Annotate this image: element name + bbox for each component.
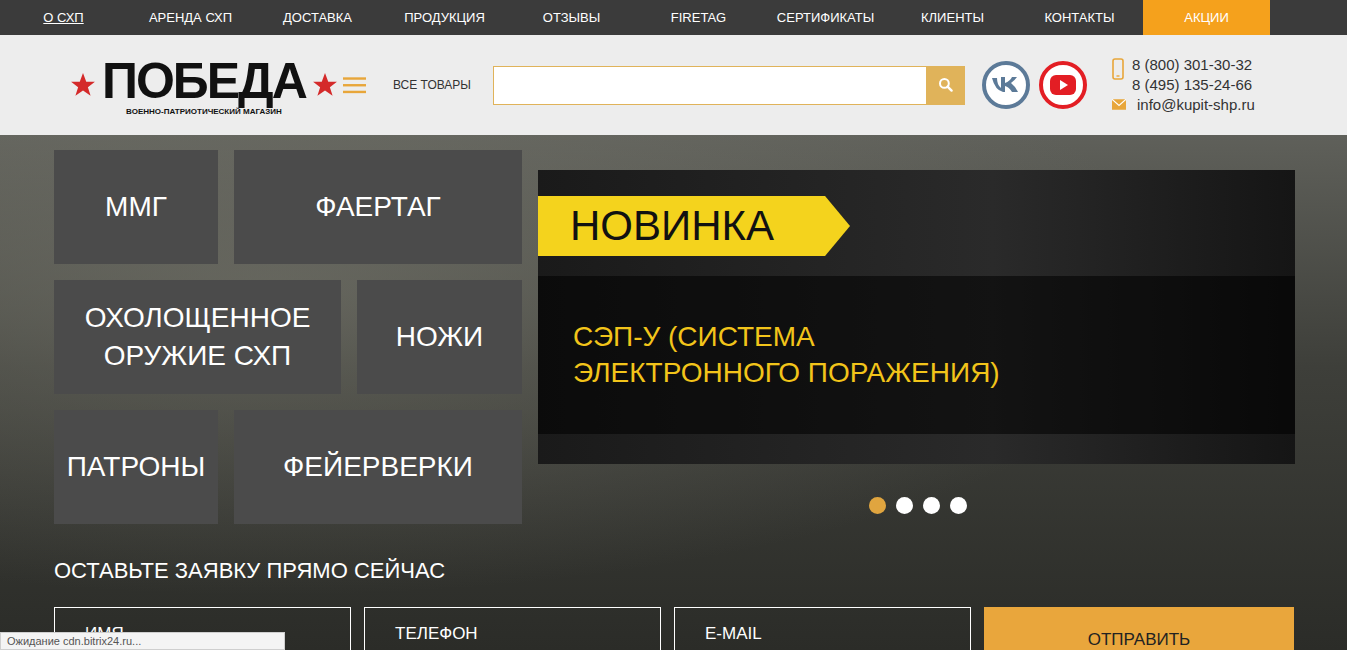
nav-item[interactable]: ПРОДУКЦИЯ <box>381 0 508 35</box>
nav-item[interactable]: КОНТАКТЫ <box>1016 0 1143 35</box>
envelope-icon <box>1112 99 1126 110</box>
category-tile[interactable]: ОХОЛОЩЕННОЕ ОРУЖИЕ СХП <box>54 280 341 394</box>
logo-text: ПОБЕДАВОЕННО-ПАТРИОТИЧЕСКИЙ МАГАЗИН <box>102 55 306 116</box>
header: ПОБЕДАВОЕННО-ПАТРИОТИЧЕСКИЙ МАГАЗИН ВСЕ Т… <box>0 35 1347 135</box>
promo-banner[interactable]: НОВИНКА СЭП-У (СИСТЕМА ЭЛЕКТРОННОГО ПОРАЖ… <box>538 170 1295 464</box>
form-title: ОСТАВЬТЕ ЗАЯВКУ ПРЯМО СЕЙЧАС <box>54 557 1295 585</box>
form-field[interactable]: E-MAIL <box>674 607 971 650</box>
category-row: ММГФАЕРТАГ <box>54 150 522 264</box>
slider-dot[interactable] <box>869 497 886 514</box>
category-row: ПАТРОНЫФЕЙЕРВЕРКИ <box>54 410 522 524</box>
phones: 8 (800) 301-30-328 (495) 135-24-66 <box>1112 55 1255 95</box>
nav-item[interactable]: ДОСТАВКА <box>254 0 381 35</box>
page: О СХПАРЕНДА СХПДОСТАВКАПРОДУКЦИЯОТЗЫВЫFI… <box>0 0 1347 650</box>
slider-dots <box>538 497 1295 514</box>
logo[interactable]: ПОБЕДАВОЕННО-ПАТРИОТИЧЕСКИЙ МАГАЗИН <box>70 55 320 116</box>
search-bar <box>493 66 965 105</box>
logo-title: ПОБЕДА <box>102 55 306 107</box>
phone-number[interactable]: 8 (495) 135-24-66 <box>1132 75 1252 95</box>
category-tile[interactable]: НОЖИ <box>357 280 522 394</box>
nav-item[interactable]: О СХП <box>0 0 127 35</box>
phone-number[interactable]: 8 (800) 301-30-32 <box>1132 55 1252 75</box>
banner-title: СЭП-У (СИСТЕМА ЭЛЕКТРОННОГО ПОРАЖЕНИЯ) <box>573 319 1043 391</box>
banner-badge: НОВИНКА <box>538 196 850 256</box>
top-nav: О СХПАРЕНДА СХПДОСТАВКАПРОДУКЦИЯОТЗЫВЫFI… <box>0 0 1347 35</box>
nav-item[interactable]: FIRETAG <box>635 0 762 35</box>
search-input[interactable] <box>493 66 927 105</box>
category-grid: ММГФАЕРТАГ ОХОЛОЩЕННОЕ ОРУЖИЕ СХПНОЖИ ПАТР… <box>54 150 522 524</box>
category-tile[interactable]: ФАЕРТАГ <box>234 150 522 264</box>
nav-item[interactable]: ОТЗЫВЫ <box>508 0 635 35</box>
all-goods-link[interactable]: ВСЕ ТОВАРЫ <box>393 78 471 92</box>
category-tile[interactable]: ПАТРОНЫ <box>54 410 218 524</box>
nav-item[interactable]: АКЦИИ <box>1143 0 1270 35</box>
submit-button[interactable]: ОТПРАВИТЬ <box>984 607 1294 650</box>
category-tile[interactable]: ММГ <box>54 150 218 264</box>
slider-dot[interactable] <box>923 497 940 514</box>
email: info@kupit-shp.ru <box>1112 95 1255 115</box>
star-icon <box>312 72 338 98</box>
slider-dot[interactable] <box>896 497 913 514</box>
nav-item[interactable]: АРЕНДА СХП <box>127 0 254 35</box>
slider-dot[interactable] <box>950 497 967 514</box>
youtube-icon[interactable] <box>1038 60 1088 110</box>
vk-icon[interactable] <box>981 60 1031 110</box>
form-field[interactable]: ТЕЛЕФОН <box>364 607 661 650</box>
magnifier-icon <box>938 77 954 93</box>
contacts: 8 (800) 301-30-328 (495) 135-24-66info@k… <box>1112 55 1255 115</box>
status-bar: Ожидание cdn.bitrix24.ru... <box>0 632 285 650</box>
phone-icon <box>1112 58 1124 80</box>
category-tile[interactable]: ФЕЙЕРВЕРКИ <box>234 410 522 524</box>
email-link[interactable]: info@kupit-shp.ru <box>1137 95 1255 115</box>
category-row: ОХОЛОЩЕННОЕ ОРУЖИЕ СХПНОЖИ <box>54 280 522 394</box>
logo-subtitle: ВОЕННО-ПАТРИОТИЧЕСКИЙ МАГАЗИН <box>126 107 282 116</box>
star-icon <box>70 72 96 98</box>
hero: ММГФАЕРТАГ ОХОЛОЩЕННОЕ ОРУЖИЕ СХПНОЖИ ПАТР… <box>0 135 1347 650</box>
search-button[interactable] <box>927 66 965 105</box>
nav-item[interactable]: СЕРТИФИКАТЫ <box>762 0 889 35</box>
nav-item[interactable]: КЛИЕНТЫ <box>889 0 1016 35</box>
hamburger-icon[interactable] <box>343 75 366 95</box>
